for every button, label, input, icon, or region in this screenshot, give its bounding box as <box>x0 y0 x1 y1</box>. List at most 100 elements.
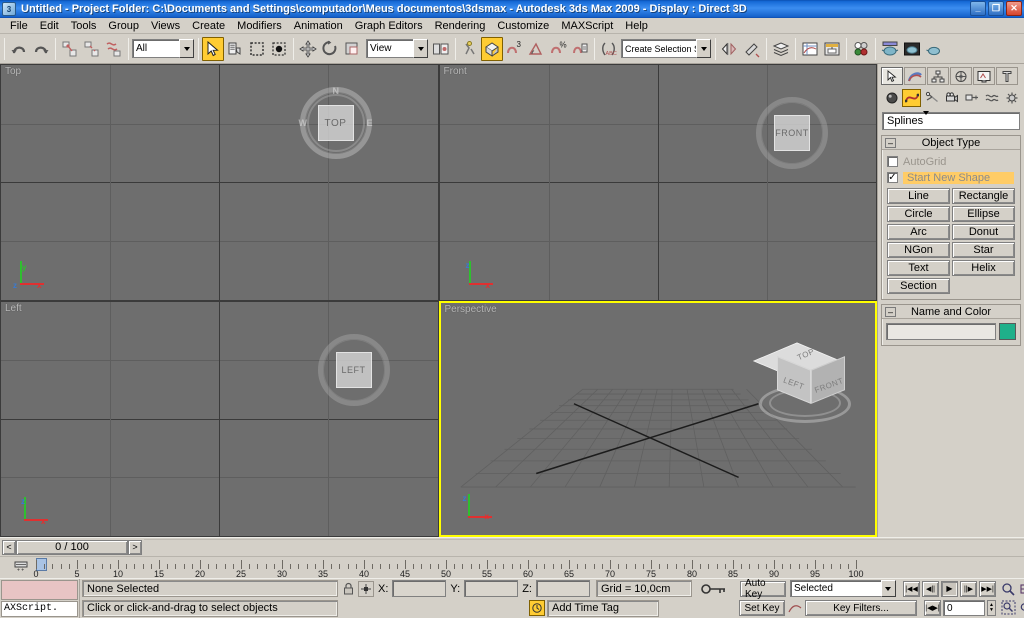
listener-output[interactable]: AXScript. <box>1 601 78 617</box>
key-mode-dropdown[interactable]: Selected <box>789 580 896 598</box>
chevron-down-icon[interactable] <box>413 39 428 58</box>
goto-end-button[interactable]: ▶▶| <box>978 580 996 597</box>
next-frame-button[interactable]: > <box>128 539 142 555</box>
viewport-top[interactable]: Top N W E TOP z x y <box>0 64 439 301</box>
curve-editor-button[interactable] <box>799 37 821 61</box>
object-name-input[interactable] <box>886 323 996 340</box>
menu-help[interactable]: Help <box>619 19 654 33</box>
pan-view-button[interactable] <box>1018 599 1024 617</box>
track-bar[interactable]: + + 0 5 10 15 20 25 30 35 40 45 50 55 60 65 70 75 80 85 90… <box>0 556 1024 578</box>
viewport-left[interactable]: Left LEFT z x <box>0 300 439 537</box>
start-new-shape-checkbox[interactable]: ✓ <box>887 172 898 183</box>
select-and-manipulate-button[interactable] <box>459 37 481 61</box>
autogrid-checkbox[interactable] <box>887 156 898 167</box>
chevron-down-icon[interactable] <box>179 39 194 58</box>
material-editor-button[interactable] <box>850 37 872 61</box>
viewport-perspective[interactable]: Perspective TOP LEFT FRONT z x <box>438 300 877 537</box>
key-mode-toggle-button[interactable]: |◀▶| <box>923 600 941 617</box>
ellipse-button[interactable]: Ellipse <box>952 206 1015 222</box>
create-tab[interactable] <box>881 67 903 85</box>
current-frame-field[interactable]: 0 <box>942 600 985 617</box>
quick-render-button[interactable] <box>923 37 945 61</box>
spinner-snap-toggle-button[interactable] <box>569 37 591 61</box>
selection-filter-dropdown[interactable]: All <box>132 39 194 58</box>
snap-3-toggle-button[interactable]: 3 <box>503 37 525 61</box>
snaps-toggle-button[interactable] <box>481 36 503 61</box>
redo-button[interactable] <box>30 37 52 61</box>
zoom-all-button[interactable] <box>1018 581 1024 599</box>
cameras-category-button[interactable] <box>942 89 961 107</box>
chevron-down-icon[interactable] <box>923 111 930 127</box>
viewcube-face-front[interactable]: FRONT <box>774 115 810 151</box>
systems-category-button[interactable] <box>1002 89 1021 107</box>
menu-modifiers[interactable]: Modifiers <box>231 19 288 33</box>
layer-manager-button[interactable] <box>770 37 792 61</box>
select-and-rotate-button[interactable] <box>319 37 341 61</box>
start-new-shape-row[interactable]: ✓ Start New Shape <box>887 170 1015 185</box>
viewcube-face-top[interactable]: TOP <box>317 105 354 141</box>
rendered-frame-window-button[interactable] <box>901 37 923 61</box>
angle-snap-toggle-button[interactable] <box>525 37 547 61</box>
select-and-link-button[interactable] <box>59 37 81 61</box>
geometry-category-button[interactable] <box>882 89 901 107</box>
menu-group[interactable]: Group <box>102 19 145 33</box>
time-tag-icon[interactable] <box>528 600 545 617</box>
menu-views[interactable]: Views <box>145 19 186 33</box>
select-object-button[interactable] <box>202 36 224 61</box>
autogrid-row[interactable]: AutoGrid <box>887 154 1015 169</box>
name-and-color-header[interactable]: – Name and Color <box>882 305 1020 319</box>
close-button[interactable]: ✕ <box>1006 1 1022 16</box>
viewport-front[interactable]: Front FRONT z x <box>438 64 877 301</box>
render-setup-button[interactable] <box>879 37 901 61</box>
region-zoom-button[interactable] <box>999 599 1018 617</box>
arc-button[interactable]: Arc <box>887 224 950 240</box>
modify-tab[interactable] <box>904 67 926 85</box>
frame-spinner[interactable]: ▲ ▼ <box>986 600 996 617</box>
time-slider-track[interactable] <box>144 538 1024 556</box>
menu-create[interactable]: Create <box>186 19 231 33</box>
menu-file[interactable]: File <box>4 19 34 33</box>
undo-button[interactable] <box>8 37 30 61</box>
key-mode-icon[interactable] <box>694 581 738 597</box>
align-button[interactable] <box>741 37 763 61</box>
add-time-tag[interactable]: Add Time Tag <box>546 599 659 617</box>
helpers-category-button[interactable] <box>962 89 981 107</box>
object-type-header[interactable]: – Object Type <box>882 136 1020 150</box>
bind-to-space-warp-button[interactable] <box>103 37 125 61</box>
collapse-icon[interactable]: – <box>885 307 896 317</box>
x-coordinate-field[interactable] <box>392 580 447 598</box>
space-warps-category-button[interactable] <box>982 89 1001 107</box>
collapse-icon[interactable]: – <box>885 138 896 148</box>
chevron-down-icon[interactable] <box>696 39 711 58</box>
select-and-scale-button[interactable] <box>341 37 363 61</box>
viewcube-left[interactable]: LEFT <box>317 333 390 406</box>
menu-customize[interactable]: Customize <box>491 19 555 33</box>
maximize-button[interactable]: ❐ <box>988 1 1004 16</box>
shapes-category-button[interactable] <box>902 89 921 107</box>
y-coordinate-field[interactable] <box>464 580 519 598</box>
hierarchy-tab[interactable] <box>927 67 949 85</box>
z-coordinate-field[interactable] <box>535 580 590 598</box>
reference-coordinate-dropdown[interactable]: View <box>366 39 428 58</box>
named-selection-sets-dropdown[interactable]: Create Selection Set <box>621 39 711 58</box>
circle-button[interactable]: Circle <box>887 206 950 222</box>
motion-tab[interactable] <box>950 67 972 85</box>
rectangular-selection-region-button[interactable] <box>246 37 268 61</box>
schematic-view-button[interactable] <box>821 37 843 61</box>
minimize-button[interactable]: _ <box>970 1 986 16</box>
play-animation-button[interactable]: ▶ <box>940 580 958 597</box>
goto-start-button[interactable]: |◀◀ <box>902 580 920 597</box>
utilities-tab[interactable] <box>996 67 1018 85</box>
lights-category-button[interactable] <box>922 89 941 107</box>
padlock-icon[interactable] <box>340 581 356 597</box>
menu-animation[interactable]: Animation <box>288 19 349 33</box>
display-tab[interactable] <box>973 67 995 85</box>
previous-frame-button[interactable]: ◀|| <box>921 580 939 597</box>
listener-input-pink[interactable] <box>1 580 78 600</box>
menu-rendering[interactable]: Rendering <box>429 19 492 33</box>
object-color-swatch[interactable] <box>999 323 1016 340</box>
select-by-name-button[interactable] <box>224 37 246 61</box>
viewcube-face-left[interactable]: LEFT <box>335 351 372 388</box>
key-filters-button[interactable]: Key Filters... <box>804 600 917 617</box>
menu-maxscript[interactable]: MAXScript <box>555 19 619 33</box>
